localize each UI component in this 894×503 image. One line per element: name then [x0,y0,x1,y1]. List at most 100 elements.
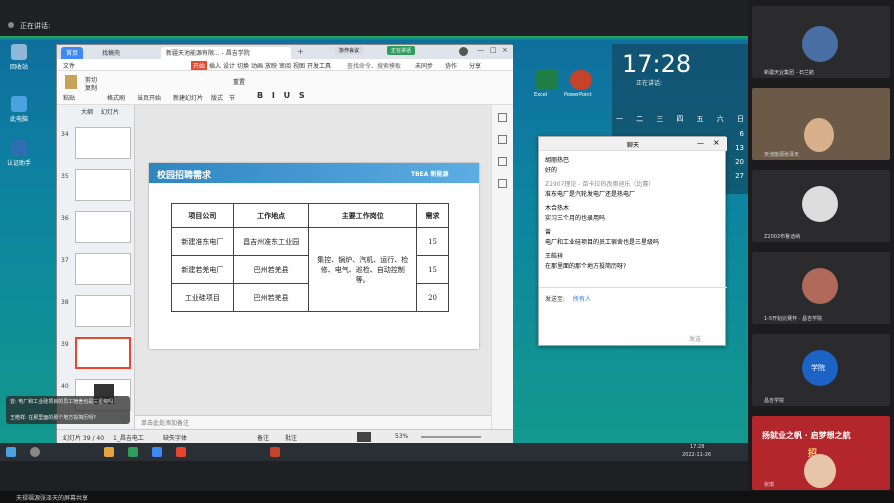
collab-button[interactable]: 协作 [445,61,457,70]
chat-message: 好的 [545,167,558,174]
menu-design[interactable]: 设计 [223,61,235,70]
start-icon[interactable] [6,447,16,457]
close-icon[interactable]: × [502,46,508,54]
slide-thumbnail[interactable] [75,127,131,159]
chat-input-area[interactable]: 发送至: 所有人 发送 [539,287,727,347]
school-logo: 学院 [802,350,838,386]
slide[interactable]: 校园招聘需求 TBEA 新能源 项目公司 工作地点 主要工作岗位 需求 新建准东… [149,163,479,349]
menu-view[interactable]: 视图 [293,61,305,70]
menu-review[interactable]: 审阅 [279,61,291,70]
notes-placeholder: 单击此处添加备注 [141,420,190,427]
participant-tile[interactable]: Z2002布鲁迪纳 [752,170,890,242]
avatar[interactable] [459,47,468,56]
paste-icon[interactable] [65,75,77,89]
close-icon[interactable]: × [713,138,720,147]
desktop-icon-auth[interactable]: 认证助手 [4,140,34,167]
share-button[interactable]: 分享 [469,61,481,70]
cell-location: 巴州若羌县 [232,255,310,284]
participant-tile[interactable]: 学院 昌吉学院 [752,334,890,406]
new-tab-plus-icon[interactable]: + [297,47,304,56]
cell-location: 昌吉州准东工业园 [232,227,310,256]
format-painter-button[interactable]: 格式刷 [107,93,125,102]
thumb-number: 40 [61,383,69,390]
section-button[interactable]: 节 [229,93,235,102]
powerpoint-icon[interactable] [570,70,592,90]
recipient-select[interactable]: 所有人 [573,294,591,303]
excel-icon[interactable] [536,70,558,90]
participant-tile[interactable]: 1-5开始比赛怀 - 昌吉学院 [752,252,890,324]
app-icon[interactable] [152,447,162,457]
zoom-slider[interactable] [421,436,481,438]
slide-thumbnail[interactable] [75,253,131,285]
app-icon[interactable] [128,447,138,457]
tab-document[interactable]: 新疆天池能源有限... - 昌吉学院 [161,47,291,59]
brand-logo: TBEA 新能源 [411,171,449,178]
new-slide-button[interactable]: 新建幻灯片 [173,93,203,102]
slide-thumbnail[interactable] [75,295,131,327]
header-location: 工作地点 [232,203,310,228]
cell-demand: 20 [416,283,449,312]
menu-developer[interactable]: 开发工具 [307,61,331,70]
comment-toggle[interactable]: 批注 [285,433,297,442]
slideshow-play-icon[interactable] [357,432,371,442]
share-top-bar: 正在讲话: [0,0,748,38]
notes-area[interactable]: 单击此处添加备注 [135,415,491,428]
notes-toggle[interactable]: 备注 [257,433,269,442]
send-button[interactable]: 发送 [689,334,701,343]
tool-icon[interactable] [498,157,507,166]
minimize-icon[interactable]: — [697,139,704,147]
tab-outline[interactable]: 大纲 [81,107,93,116]
app-icon[interactable] [104,447,114,457]
paste-button[interactable]: 粘贴 [63,93,75,102]
maximize-icon[interactable]: □ [490,46,497,54]
header-company: 项目公司 [171,203,234,228]
banner-text: 扬就业之帆 · 启梦想之航 [762,431,851,440]
search-input[interactable]: 查找命令、搜索模板 [347,61,401,70]
menu-insert[interactable]: 插入 [209,61,221,70]
menu-transition[interactable]: 切换 [237,61,249,70]
menu-file[interactable]: 文件 [63,61,75,70]
sync-status[interactable]: 未同步 [415,61,433,70]
play-from-current-button[interactable]: 当页开始 [137,93,161,102]
chat-notification: 曾: 电厂和工业硅项目的员工宿舍也是三星级吗 王皓祥: 在那里面的那个地方投简历… [6,396,130,424]
tab-home[interactable]: 首页 [61,47,84,59]
shield-icon [11,140,27,156]
menu-start[interactable]: 开始 [191,61,208,70]
thumb-number: 37 [61,257,69,264]
tool-icon[interactable] [498,135,507,144]
minimize-icon[interactable]: — [477,46,484,54]
wps-tab-bar: 首页 找稿壳 新疆天池能源有限... - 昌吉学院 + 协作会议 正在讲话 — … [57,45,513,59]
slide-thumbnail[interactable] [75,169,131,201]
slide-thumbnail-selected[interactable] [75,337,131,369]
font-style-buttons[interactable]: B I U S [257,91,308,100]
clock: 17:28 [622,50,692,78]
missing-font-button[interactable]: 缺失字体 [163,433,187,442]
participant-tile[interactable]: 新疆天业集团 - 石兰航 [752,6,890,78]
tab-templates[interactable]: 找稿壳 [97,47,125,59]
chat-sender: 王皓祥 [545,253,564,260]
meeting-share-pill[interactable]: 协作会议 [335,46,364,55]
zoom-level: 53% [395,433,409,440]
notification-line: 王皓祥: 在那里面的那个地方投简历呀? [10,415,96,421]
table-row: 新建准东电厂 昌吉州准东工业园 集控、锅炉、汽机、运行、检修、电气、巡检、自动控… [171,227,449,312]
app-icon[interactable] [176,447,186,457]
tab-slides[interactable]: 幻灯片 [101,107,119,116]
participant-tile-active[interactable]: 扬就业之帆 · 启梦想之航 招 张琪 [752,416,890,490]
tool-icon[interactable] [498,113,507,122]
chat-sender: 曾 [545,229,552,236]
tool-icon[interactable] [498,179,507,188]
cell-company: 新建若羌电厂 [171,255,234,284]
reset-button[interactable]: 重置 [233,77,245,86]
slide-thumbnail[interactable] [75,211,131,243]
menu-animation[interactable]: 动画 [251,61,263,70]
layout-button[interactable]: 版式 [211,93,223,102]
chat-title-bar: 聊天 — × [539,137,727,151]
wps-icon[interactable] [270,447,280,457]
participant-tile[interactable]: 天池能源张泽天 [752,88,890,160]
search-icon[interactable] [30,447,40,457]
copy-button[interactable]: 复制 [85,83,97,92]
desktop-icon-computer[interactable]: 此电脑 [4,96,34,123]
desktop-icon-recycle[interactable]: 回收站 [4,44,34,71]
menu-slideshow[interactable]: 放映 [265,61,277,70]
cell-demand: 15 [416,227,449,256]
